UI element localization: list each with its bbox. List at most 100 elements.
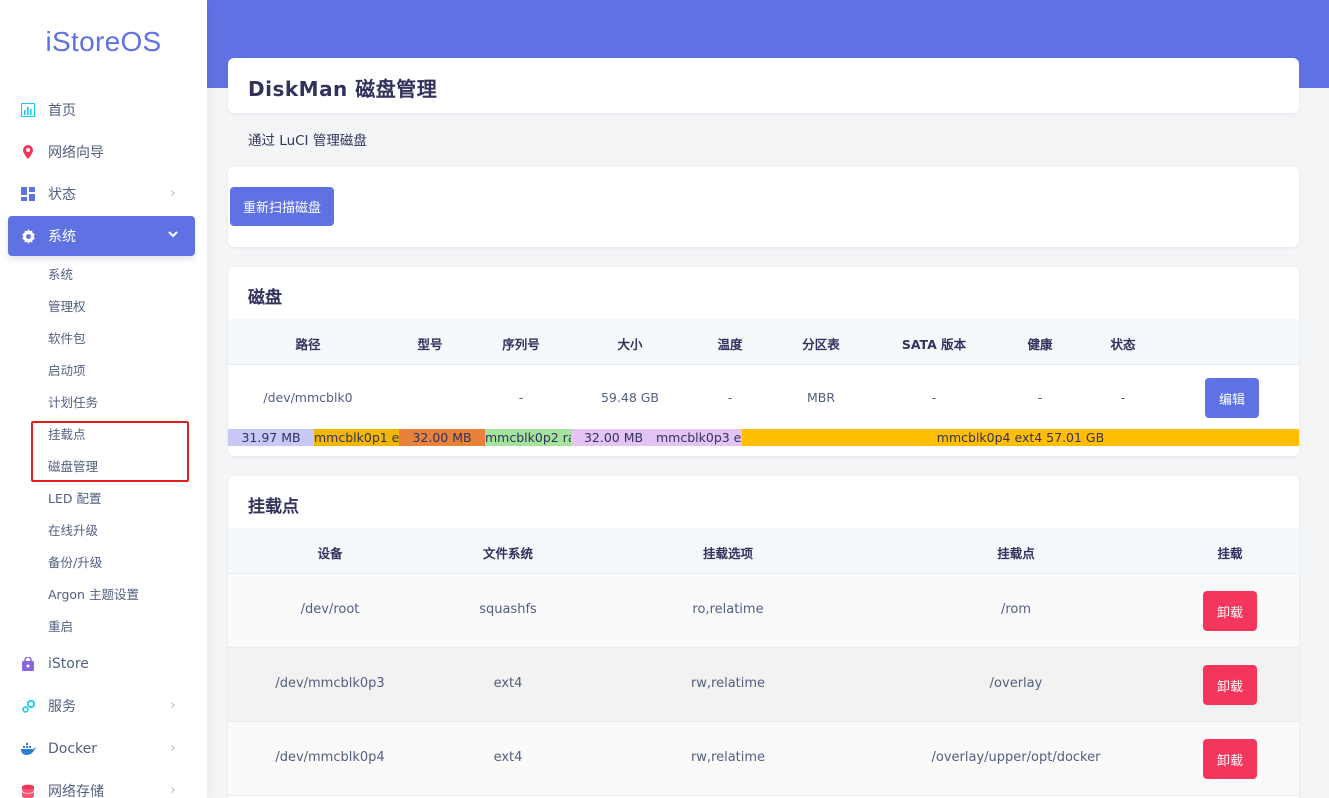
partition-segment[interactable]: 32.00 MB	[571, 429, 656, 446]
disk-partition-table: MBR	[806, 390, 836, 405]
unmount-button[interactable]: 卸载	[1203, 591, 1257, 631]
mount-filesystem: squashfs	[479, 602, 537, 617]
nav-item-docker[interactable]: Docker ›	[8, 729, 195, 769]
nav-item-services[interactable]: 服务 ›	[8, 686, 195, 726]
page-title-card: DiskMan 磁盘管理	[228, 58, 1299, 113]
mount-filesystem: ext4	[493, 750, 523, 765]
partition-segment[interactable]: mmcblk0p4 ext4 57.01 GB	[742, 429, 1299, 446]
chevron-right-icon: ›	[170, 698, 176, 713]
disk-health: -	[1037, 390, 1043, 405]
disk-status: -	[1120, 390, 1126, 405]
nav-label: 系统	[48, 229, 76, 245]
sub-item-argon-config[interactable]: Argon 主题设置	[48, 585, 139, 605]
nav-item-istore[interactable]: iStore	[8, 644, 195, 684]
disks-table-header: 路径 型号 序列号 大小 温度 分区表 SATA 版本 健康 状态	[228, 319, 1299, 365]
database-icon	[20, 783, 36, 798]
mountpoints-card: 挂载点 设备 文件系统 挂载选项 挂载点 挂载 /dev/root squash…	[228, 476, 1299, 798]
mount-point: /overlay/upper/opt/docker	[931, 750, 1101, 765]
nav-label: 服务	[48, 699, 76, 715]
mount-device: /dev/mmcblk0p3	[275, 676, 385, 691]
services-icon	[20, 698, 36, 714]
sub-item-online-upgrade[interactable]: 在线升级	[48, 521, 98, 541]
mountpoints-section-title: 挂载点	[248, 497, 299, 517]
mount-point: /rom	[1000, 602, 1032, 617]
rescan-card: 重新扫描磁盘	[228, 167, 1299, 247]
nav-label: 网络存储	[48, 784, 104, 798]
column-header: 挂载点	[997, 546, 1035, 561]
nav-label: 状态	[48, 187, 76, 203]
unmount-button[interactable]: 卸载	[1203, 739, 1257, 779]
nav-item-home[interactable]: 首页	[8, 90, 195, 130]
table-row: /dev/mmcblk0p3 ext4 rw,relatime /overlay…	[228, 648, 1299, 722]
table-row: /dev/mmcblk0p4 ext4 rw,relatime /overlay…	[228, 722, 1299, 796]
chevron-right-icon: ›	[170, 783, 176, 798]
disk-sata-version: -	[931, 390, 937, 405]
brand-logo: iStoreOS	[45, 26, 162, 57]
sidebar: iStoreOS 首页 网络向导 状态 › 系统 系统 管理权 软件包 启动项 …	[0, 0, 207, 798]
column-header: 温度	[717, 337, 743, 352]
edit-disk-button[interactable]: 编辑	[1205, 378, 1259, 418]
sub-item-admin[interactable]: 管理权	[48, 297, 86, 317]
chevron-right-icon: ›	[170, 741, 176, 756]
partition-segment[interactable]: mmcblk0p3 ext4 32.00 MB	[656, 429, 742, 446]
column-header: 序列号	[502, 337, 540, 352]
sub-item-system[interactable]: 系统	[48, 265, 73, 285]
page-title: DiskMan 磁盘管理	[248, 77, 438, 101]
column-header: 挂载选项	[702, 546, 754, 561]
partition-segment[interactable]: 31.97 MB	[228, 429, 314, 446]
store-bag-icon	[20, 656, 36, 672]
sub-item-backup-flash[interactable]: 备份/升级	[48, 553, 102, 573]
column-header: 状态	[1110, 337, 1136, 352]
gear-icon	[20, 228, 36, 244]
chevron-down-icon	[165, 228, 181, 244]
mount-filesystem: ext4	[493, 676, 523, 691]
nav-label: 首页	[48, 103, 76, 119]
page-description: 通过 LuCI 管理磁盘	[248, 133, 367, 149]
sub-item-led[interactable]: LED 配置	[48, 489, 101, 509]
nav-label: 网络向导	[48, 145, 104, 161]
chevron-right-icon: ›	[170, 186, 176, 201]
nav-item-status[interactable]: 状态 ›	[8, 174, 195, 214]
disks-section-title: 磁盘	[248, 288, 282, 308]
sub-item-reboot[interactable]: 重启	[48, 617, 73, 637]
location-pin-icon	[20, 144, 36, 160]
unmount-button[interactable]: 卸载	[1203, 665, 1257, 705]
nav-item-system[interactable]: 系统	[8, 216, 195, 256]
mount-options: rw,relatime	[690, 676, 766, 691]
partition-segment[interactable]: mmcblk0p2 raw 32.00 MB	[485, 429, 571, 446]
partition-bar: 31.97 MB mmcblk0p1 ext4 32.00 MB 32.00 M…	[228, 429, 1299, 446]
sub-item-crontab[interactable]: 计划任务	[48, 393, 98, 413]
rescan-disks-button[interactable]: 重新扫描磁盘	[230, 187, 334, 226]
mount-options: ro,relatime	[692, 602, 764, 617]
mount-point: /overlay	[989, 676, 1043, 691]
sub-item-packages[interactable]: 软件包	[48, 329, 86, 349]
column-header: 型号	[417, 337, 443, 352]
dashboard-icon	[20, 186, 36, 202]
nav-item-network-wizard[interactable]: 网络向导	[8, 132, 195, 172]
column-header: 健康	[1027, 337, 1053, 352]
column-header: SATA 版本	[901, 337, 967, 352]
mount-options: rw,relatime	[690, 750, 766, 765]
column-header: 文件系统	[482, 546, 534, 561]
column-header: 大小	[617, 337, 643, 352]
column-header: 路径	[295, 337, 321, 352]
partition-segment[interactable]: 32.00 MB	[399, 429, 485, 446]
highlight-annotation-box	[31, 421, 189, 482]
chart-icon	[20, 102, 36, 118]
mount-device: /dev/mmcblk0p4	[275, 750, 385, 765]
nav-label: Docker	[48, 741, 98, 757]
disk-size: 59.48 GB	[600, 390, 660, 405]
table-row: /dev/root squashfs ro,relatime /rom 卸载	[228, 574, 1299, 648]
disk-temp: -	[727, 390, 733, 405]
column-header: 设备	[317, 546, 343, 561]
disk-path: /dev/mmcblk0	[263, 390, 353, 405]
nav-item-network-storage[interactable]: 网络存储 ›	[8, 771, 195, 798]
disks-card: 磁盘 路径 型号 序列号 大小 温度 分区表 SATA 版本 健康 状态 /de…	[228, 267, 1299, 456]
nav-label: iStore	[48, 656, 89, 672]
column-header: 挂载	[1217, 546, 1243, 561]
mount-device: /dev/root	[300, 602, 360, 617]
partition-segment[interactable]: mmcblk0p1 ext4 32.00 MB	[314, 429, 399, 446]
docker-whale-icon	[20, 741, 36, 757]
sub-item-startup[interactable]: 启动项	[48, 361, 86, 381]
column-header: 分区表	[802, 337, 840, 352]
